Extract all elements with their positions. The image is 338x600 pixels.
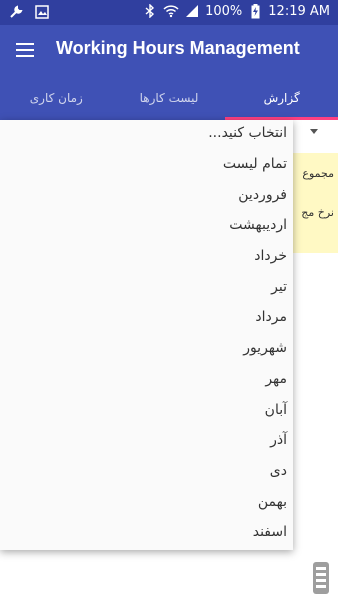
month-dropdown-list: انتخاب کنید... تمام لیست فروردین اردیبهش… — [0, 120, 293, 550]
signal-icon — [184, 3, 200, 19]
app-title: Working Hours Management — [56, 38, 300, 58]
summary-total-label: مجموع — [302, 167, 334, 180]
image-icon — [34, 4, 50, 20]
dropdown-item-dey[interactable]: دی — [270, 463, 287, 479]
dropdown-item-esfand[interactable]: اسفند — [253, 524, 287, 540]
dropdown-item-aban[interactable]: آبان — [265, 402, 287, 418]
tab-bar: گزارش لیست کارها زمان کاری — [0, 75, 338, 120]
bluetooth-icon — [142, 3, 158, 19]
dropdown-arrow-icon[interactable] — [310, 129, 318, 134]
dropdown-item-azar[interactable]: آذر — [270, 432, 287, 448]
status-bar-left — [8, 4, 50, 20]
dropdown-item-all[interactable]: تمام لیست — [223, 156, 287, 172]
hamburger-menu-icon[interactable] — [16, 40, 36, 60]
status-bar: 100% 12:19 AM — [0, 0, 338, 25]
wrench-icon — [8, 4, 24, 20]
dropdown-item-tir[interactable]: تیر — [271, 279, 287, 295]
dropdown-item-shahrivar[interactable]: شهریور — [243, 340, 287, 356]
battery-charging-icon — [247, 3, 263, 19]
store-logo-icon — [309, 560, 333, 596]
tab-task-list[interactable]: لیست کارها — [113, 75, 226, 120]
dropdown-item-farvardin[interactable]: فروردین — [238, 187, 287, 203]
battery-percent: 100% — [205, 3, 243, 19]
clock: 12:19 AM — [268, 3, 330, 19]
summary-rate-label: نرخ مج — [301, 206, 334, 219]
dropdown-item-bahman[interactable]: بهمن — [258, 494, 287, 510]
dropdown-item-mehr[interactable]: مهر — [265, 371, 287, 387]
wifi-icon — [163, 3, 179, 19]
app-bar: Working Hours Management — [0, 25, 338, 75]
tab-report[interactable]: گزارش — [225, 75, 338, 120]
tab-working-time[interactable]: زمان کاری — [0, 75, 113, 120]
dropdown-item-ordibehesht[interactable]: اردیبهشت — [229, 217, 287, 233]
dropdown-item-placeholder[interactable]: انتخاب کنید... — [208, 125, 287, 141]
dropdown-item-mordad[interactable]: مرداد — [255, 309, 287, 325]
dropdown-item-khordad[interactable]: خرداد — [254, 248, 287, 264]
status-bar-right: 100% 12:19 AM — [142, 3, 330, 19]
